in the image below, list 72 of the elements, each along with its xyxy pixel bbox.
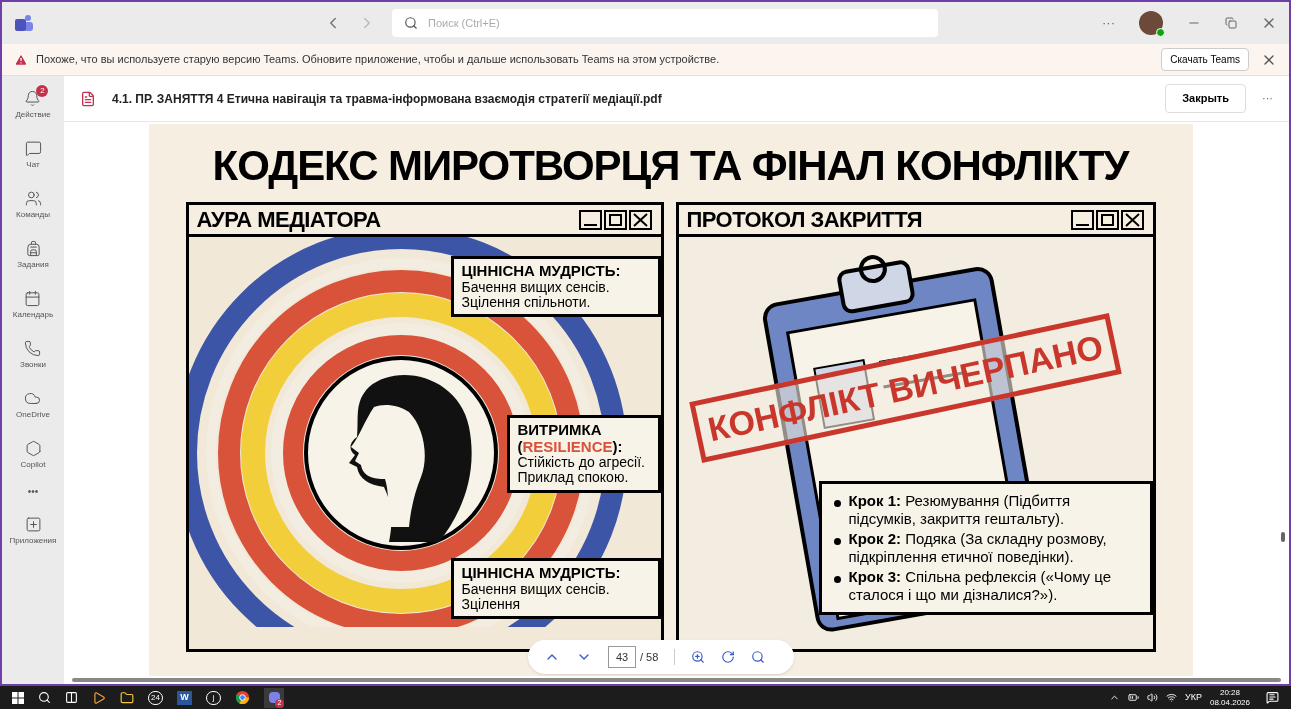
panel-title: ПРОТОКОЛ ЗАКРИТТЯ: [686, 208, 922, 231]
volume-icon[interactable]: [1147, 692, 1158, 703]
teams-logo-icon: [14, 14, 34, 32]
rail-icon: [24, 190, 42, 207]
search-icon: [404, 16, 418, 30]
download-button[interactable]: Скачать Teams: [1161, 48, 1249, 71]
bullet-icon: [833, 538, 841, 545]
callout-heading: ВИТРИМКА (RESILIENCE):: [517, 422, 624, 455]
folder-icon[interactable]: [120, 690, 134, 705]
rail-icon: [24, 440, 42, 457]
rail-item[interactable]: 2 Действие: [7, 84, 59, 121]
banner-message: Похоже, что вы используете старую версию Teams. Обновите приложение, чтобы и дальше использовать Teams на этом устройстве.: [36, 52, 720, 68]
rail-icon: [24, 90, 42, 107]
callout-text: Приклад спокою.: [517, 470, 629, 486]
step-text: Крок 3: Спільна рефлексія («Чому це сталося і що ми дізналися?»).: [848, 568, 1113, 604]
rail-icon: [24, 240, 42, 257]
browser-icon[interactable]: [235, 690, 250, 705]
status-icon: [1156, 28, 1165, 37]
window-controls-icon: [1070, 209, 1145, 230]
rotate-icon[interactable]: [721, 650, 736, 664]
rail-item[interactable]: Чат: [16, 134, 50, 171]
page-title: КОДЕКС МИРОТВОРЦЯ ТА ФІНАЛ КОНФЛІКТУ: [212, 141, 1129, 191]
close-button[interactable]: Закрыть: [1165, 84, 1246, 113]
windows-start-icon[interactable]: [12, 691, 24, 704]
rail-icon: [24, 340, 42, 357]
callout-heading: ЦІННІСНА МУДРІСТЬ:: [461, 565, 622, 582]
zoom-in-icon[interactable]: [691, 650, 706, 664]
callout-heading: ЦІННІСНА МУДРІСТЬ:: [461, 263, 622, 280]
clock[interactable]: 20:28 08.04.2026: [1209, 687, 1250, 708]
notifications-icon[interactable]: [1266, 691, 1279, 704]
bullet-icon: [833, 500, 841, 507]
language-indicator[interactable]: УКР: [1185, 690, 1202, 705]
bullet-icon: [833, 576, 841, 583]
page-number-field[interactable]: 43: [608, 646, 636, 668]
search-icon[interactable]: [38, 691, 51, 704]
network-icon[interactable]: [1166, 692, 1177, 703]
callout-text: Зцілення спільноти.: [461, 294, 592, 311]
more-button[interactable]: ···: [1102, 13, 1115, 33]
file-name: 4.1. ПР. ЗАНЯТТЯ 4 Етична навігація та травма-інформована взаємодія стратегії медіації.pdf: [112, 90, 662, 108]
notification-badge: 2: [36, 85, 49, 97]
word-taskbar-button[interactable]: W: [177, 690, 192, 705]
media-player-icon[interactable]: [92, 690, 106, 705]
more-button[interactable]: ···: [1262, 90, 1273, 107]
warning-icon: [14, 52, 28, 67]
window-controls-icon: [578, 209, 653, 230]
callout-text: Бачення вищих сенсів.: [461, 581, 610, 597]
rail-item[interactable]: Команды: [8, 184, 58, 221]
more-apps-button[interactable]: •••: [27, 484, 39, 499]
task-view-icon[interactable]: [65, 691, 78, 704]
rail-item[interactable]: Приложения: [9, 516, 57, 547]
pdf-file-icon: [80, 90, 96, 107]
page-total: / 58: [640, 649, 659, 665]
restore-icon[interactable]: [1225, 17, 1237, 29]
search-field[interactable]: Поиск (Ctrl+E): [392, 9, 938, 37]
rail-item[interactable]: Календарь: [4, 284, 62, 321]
app-taskbar-button[interactable]: 24: [148, 690, 163, 705]
panel-title: АУРА МЕДІАТОРА: [196, 208, 381, 231]
step-text: Крок 1: Резюмування (Підбиття підсумків, закриття гештальту).: [848, 492, 1072, 528]
callout-text: Стійкість до агресії.: [517, 455, 646, 471]
rail-item[interactable]: Задания: [9, 234, 57, 271]
user-avatar[interactable]: [1139, 11, 1163, 35]
rail-icon: [24, 290, 42, 307]
callout-text: Зцілення: [461, 596, 521, 613]
rail-icon: [24, 390, 42, 407]
add-icon: [24, 516, 42, 533]
callout-text: Бачення вищих сенсів.: [461, 279, 610, 295]
rail-item[interactable]: Звонки: [12, 334, 54, 371]
rail-item[interactable]: Copilot: [12, 434, 54, 471]
rail-icon: [24, 140, 42, 157]
rail-item[interactable]: OneDrive: [8, 384, 58, 421]
step-text: Крок 2: Подяка (За складну розмову, підкріплення етичної поведінки).: [848, 530, 1108, 566]
battery-icon[interactable]: [1128, 692, 1139, 703]
